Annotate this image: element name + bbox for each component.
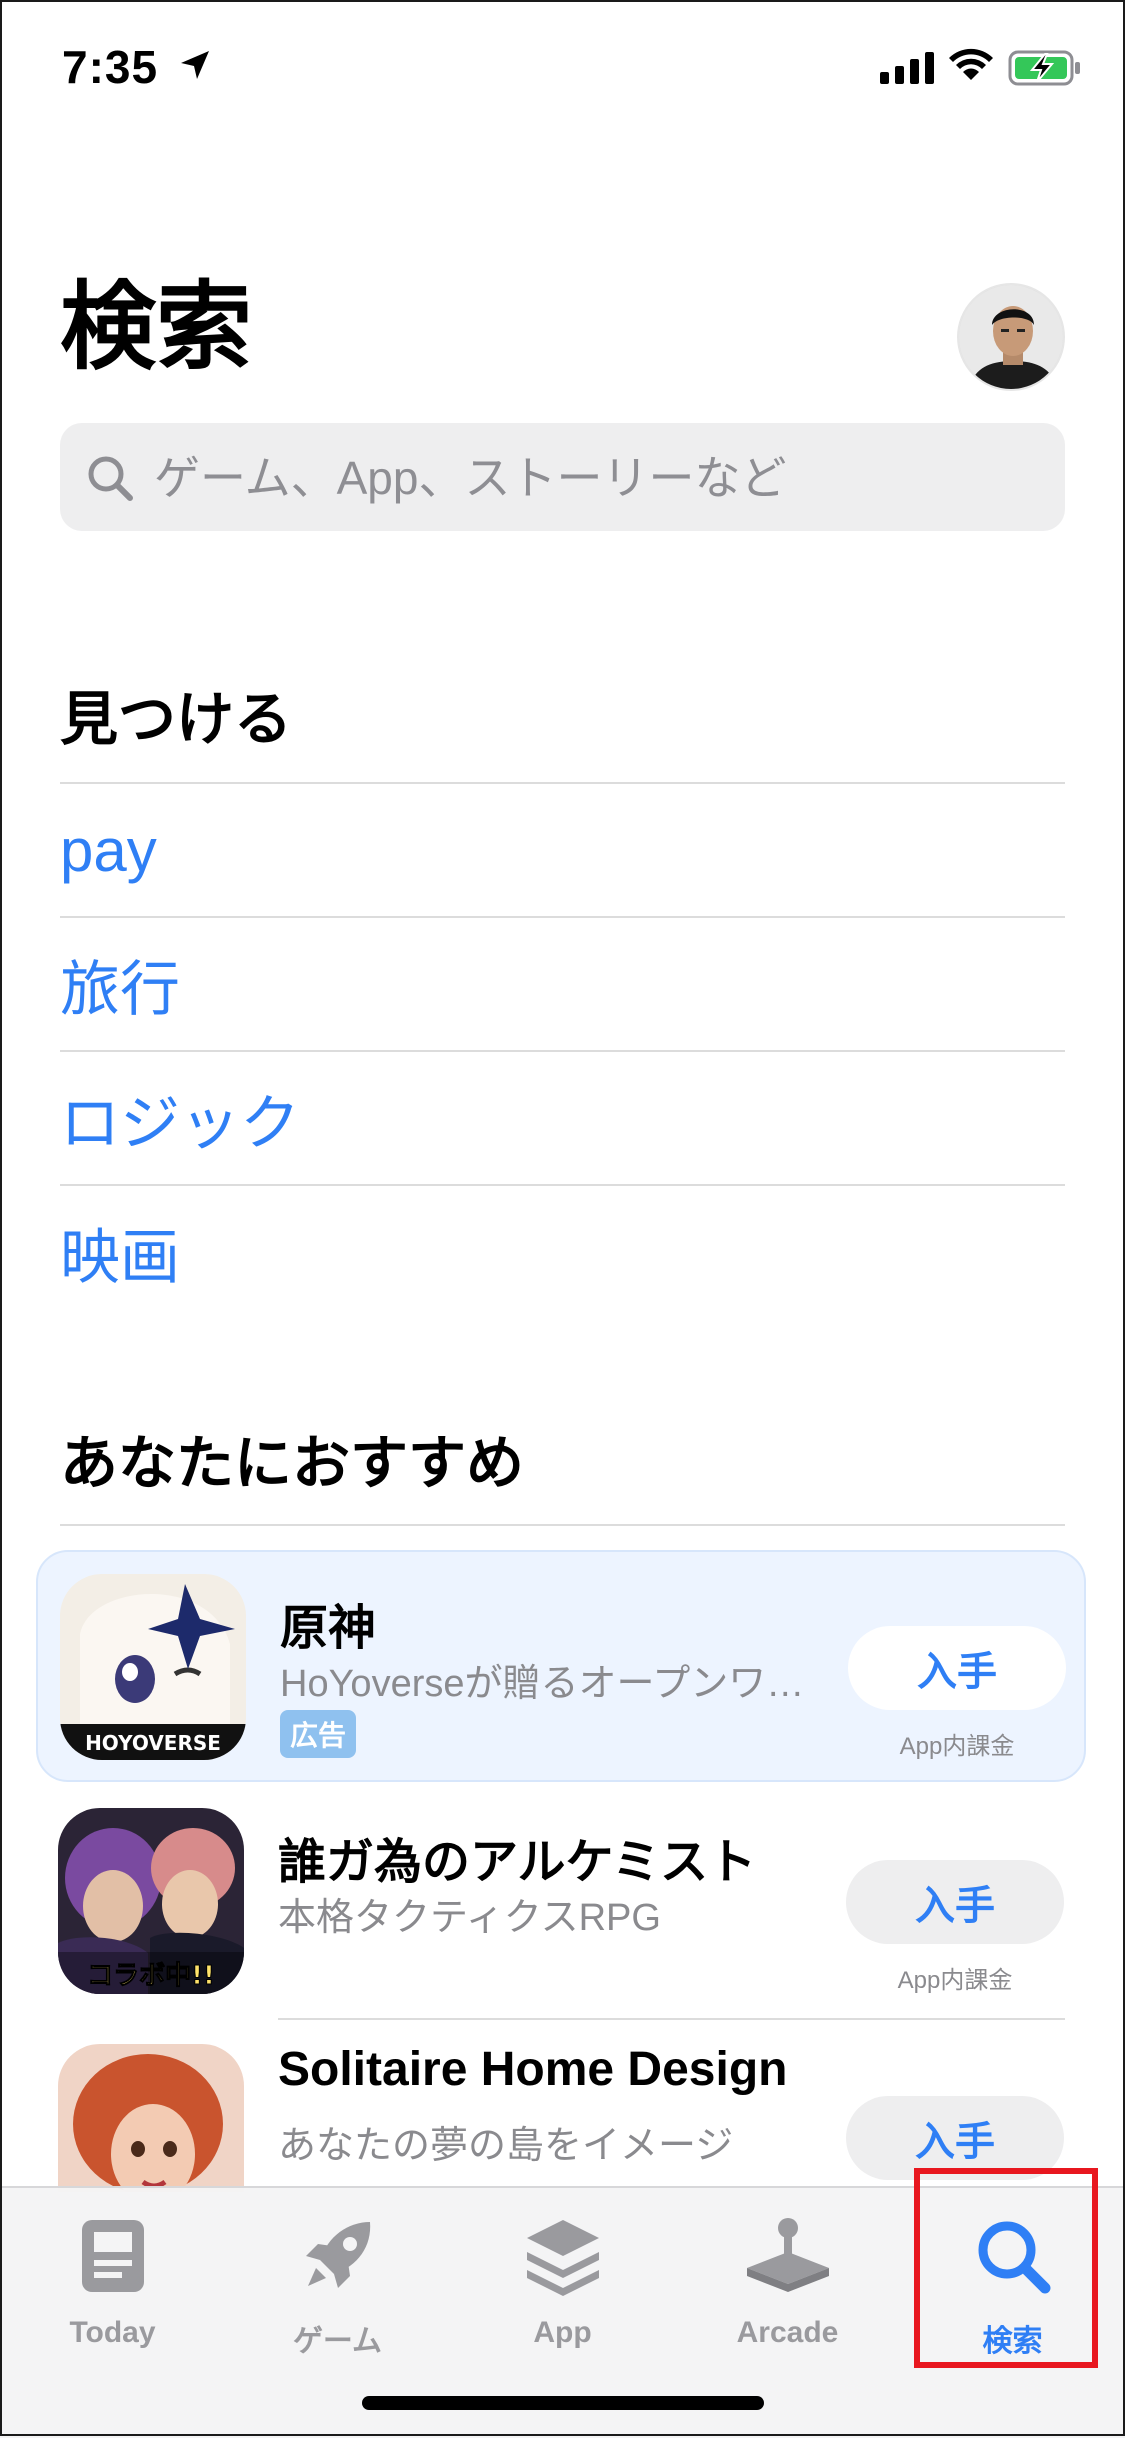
in-app-purchase-note: App内課金: [897, 1967, 1013, 1994]
app-icon-solitaire: [58, 2044, 244, 2192]
app-icon-alchemist-banner-text: コラボ中!!: [87, 1961, 215, 1991]
home-indicator[interactable]: [362, 2396, 764, 2410]
ad-badge: 広告: [280, 1710, 357, 1758]
app-icon-genshin: HOYOVERSE: [60, 1574, 246, 1760]
status-bar: 7:35: [0, 0, 1125, 135]
tab-games[interactable]: ゲーム: [225, 2208, 450, 2358]
divider: [278, 2018, 1065, 2020]
app-icon-alchemist: コラボ中!!: [58, 1808, 244, 1994]
app-row-alchemist[interactable]: コラボ中!! 誰ガ為のアルケミスト 本格タクティクスRPG 入手 App内課金: [36, 1786, 1086, 2018]
recommended-section-title: あなたにおすすめ: [60, 1431, 525, 1496]
app-name: Solitaire Home Design: [278, 2043, 788, 2096]
search-bar[interactable]: [60, 423, 1065, 533]
account-avatar[interactable]: [957, 283, 1065, 391]
app-row-genshin-ad[interactable]: HOYOVERSE 原神 HoYoverseが贈るオープンワールド… 広告 入手…: [36, 1550, 1086, 1782]
app-subtitle: あなたの夢の島をイメージ: [278, 2125, 734, 2167]
tab-label: Arcade: [736, 2316, 839, 2349]
location-arrow-icon: [181, 51, 209, 79]
highlight-box-search-tab: [914, 2168, 1098, 2368]
get-button[interactable]: 入手: [846, 1860, 1064, 1944]
battery-charging-icon: [1008, 50, 1080, 86]
app-name: 原神: [280, 1602, 377, 1655]
tab-arcade[interactable]: Arcade: [675, 2208, 900, 2358]
tab-label: ゲーム: [292, 2325, 383, 2358]
discover-item-travel[interactable]: 旅行: [60, 918, 1065, 1050]
today-icon: [81, 2220, 144, 2292]
discover-item-logic[interactable]: ロジック: [60, 1052, 1065, 1184]
discover-item-pay[interactable]: pay: [60, 784, 1065, 916]
joystick-icon: [746, 2218, 829, 2292]
page-title: 検索: [60, 274, 252, 381]
app-subtitle: 本格タクティクスRPG: [278, 1897, 661, 1939]
get-button[interactable]: 入手: [848, 1626, 1066, 1710]
app-icon-genshin-logo-text: HOYOVERSE: [85, 1731, 221, 1755]
status-time: 7:35: [62, 41, 159, 93]
app-subtitle: HoYoverseが贈るオープンワールド…: [280, 1663, 820, 1705]
tab-apps[interactable]: App: [450, 2208, 675, 2358]
discover-section-title: 見つける: [60, 687, 293, 752]
rocket-icon: [305, 2222, 370, 2288]
wifi-icon: [949, 48, 993, 80]
tab-today[interactable]: Today: [0, 2208, 225, 2358]
app-name: 誰ガ為のアルケミスト: [278, 1836, 757, 1889]
in-app-purchase-note: App内課金: [899, 1733, 1015, 1760]
search-input[interactable]: [152, 423, 1046, 533]
tab-label: Today: [69, 2316, 156, 2349]
cellular-signal-icon: [880, 50, 934, 84]
discover-item-movies[interactable]: 映画: [60, 1186, 1065, 1318]
stack-icon: [526, 2220, 599, 2296]
app-row-solitaire[interactable]: Solitaire Home Design あなたの夢の島をイメージ 入手: [36, 2022, 1086, 2192]
tab-label: App: [533, 2316, 592, 2349]
divider: [60, 1524, 1065, 1526]
avatar-photo: [959, 285, 1063, 389]
search-icon: [88, 456, 133, 501]
